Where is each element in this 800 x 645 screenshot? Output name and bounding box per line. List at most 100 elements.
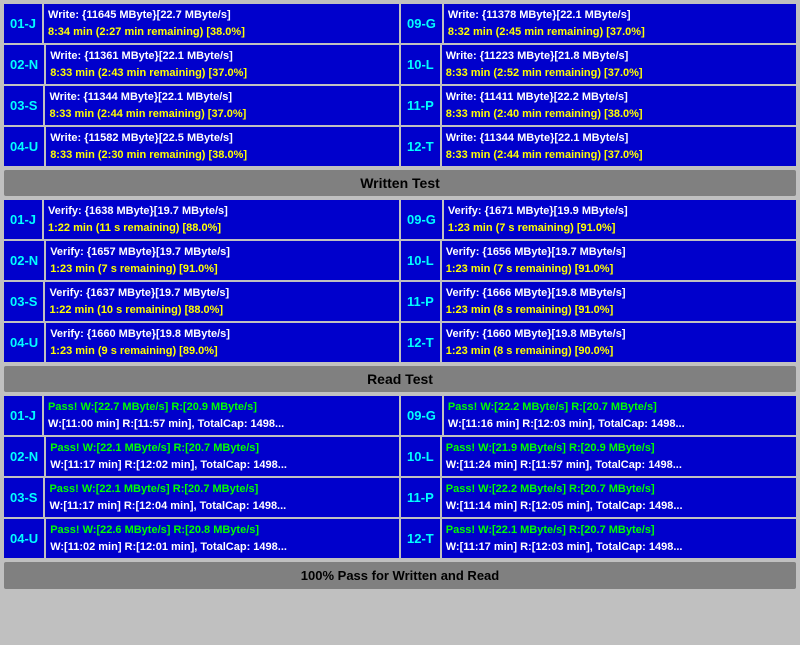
left-cell-id-0: 01-J — [4, 4, 42, 43]
right-cell-data-0: Write: {11378 MByte}[22.1 MByte/s]8:32 m… — [444, 4, 796, 43]
right-cell-data-1: Pass! W:[21.9 MByte/s] R:[20.9 MByte/s]W… — [442, 437, 796, 476]
left-cell-0: 01-JPass! W:[22.7 MByte/s] R:[20.9 MByte… — [4, 396, 399, 435]
right-cell-id-3: 12-T — [401, 519, 440, 558]
left-cell-id-0: 01-J — [4, 396, 42, 435]
right-line2-1: 1:23 min (7 s remaining) [91.0%] — [446, 261, 792, 278]
left-cell-id-3: 04-U — [4, 519, 44, 558]
left-line1-0: Write: {11645 MByte}[22.7 MByte/s] — [48, 7, 395, 24]
left-line1-3: Verify: {1660 MByte}[19.8 MByte/s] — [50, 326, 395, 343]
right-cell-data-0: Pass! W:[22.2 MByte/s] R:[20.7 MByte/s]W… — [444, 396, 796, 435]
right-cell-data-1: Verify: {1656 MByte}[19.7 MByte/s]1:23 m… — [442, 241, 796, 280]
left-line2-3: W:[11:02 min] R:[12:01 min], TotalCap: 1… — [50, 539, 395, 556]
left-cell-0: 01-JVerify: {1638 MByte}[19.7 MByte/s]1:… — [4, 200, 399, 239]
right-cell-id-2: 11-P — [401, 86, 440, 125]
grid-row-0: 01-JVerify: {1638 MByte}[19.7 MByte/s]1:… — [4, 200, 796, 239]
grid-row-2: 03-SWrite: {11344 MByte}[22.1 MByte/s]8:… — [4, 86, 796, 125]
grid-row-3: 04-UWrite: {11582 MByte}[22.5 MByte/s]8:… — [4, 127, 796, 166]
left-line1-3: Write: {11582 MByte}[22.5 MByte/s] — [50, 130, 395, 147]
right-line2-3: 1:23 min (8 s remaining) [90.0%] — [446, 343, 792, 360]
left-line1-1: Pass! W:[22.1 MByte/s] R:[20.7 MByte/s] — [50, 440, 395, 457]
left-cell-id-1: 02-N — [4, 241, 44, 280]
grid-row-1: 02-NWrite: {11361 MByte}[22.1 MByte/s]8:… — [4, 45, 796, 84]
left-cell-data-1: Pass! W:[22.1 MByte/s] R:[20.7 MByte/s]W… — [46, 437, 399, 476]
right-line2-0: 1:23 min (7 s remaining) [91.0%] — [448, 220, 792, 237]
left-line2-2: 1:22 min (10 s remaining) [88.0%] — [49, 302, 395, 319]
left-cell-id-2: 03-S — [4, 282, 43, 321]
right-line1-0: Verify: {1671 MByte}[19.9 MByte/s] — [448, 203, 792, 220]
grid-row-1: 02-NPass! W:[22.1 MByte/s] R:[20.7 MByte… — [4, 437, 796, 476]
left-line2-2: W:[11:17 min] R:[12:04 min], TotalCap: 1… — [49, 498, 395, 515]
right-cell-data-1: Write: {11223 MByte}[21.8 MByte/s]8:33 m… — [442, 45, 796, 84]
right-cell-id-1: 10-L — [401, 437, 440, 476]
left-line1-1: Write: {11361 MByte}[22.1 MByte/s] — [50, 48, 395, 65]
left-cell-0: 01-JWrite: {11645 MByte}[22.7 MByte/s]8:… — [4, 4, 399, 43]
right-cell-id-0: 09-G — [401, 4, 442, 43]
right-line1-0: Write: {11378 MByte}[22.1 MByte/s] — [448, 7, 792, 24]
right-line2-2: 8:33 min (2:40 min remaining) [38.0%] — [446, 106, 792, 123]
right-line1-3: Write: {11344 MByte}[22.1 MByte/s] — [446, 130, 792, 147]
right-cell-2: 11-PVerify: {1666 MByte}[19.8 MByte/s]1:… — [401, 282, 796, 321]
right-cell-0: 09-G Verify: {1671 MByte}[19.9 MByte/s]1:… — [401, 200, 796, 239]
left-line2-3: 1:23 min (9 s remaining) [89.0%] — [50, 343, 395, 360]
main-container: 01-JWrite: {11645 MByte}[22.7 MByte/s]8:… — [0, 0, 800, 593]
right-line2-1: 8:33 min (2:52 min remaining) [37.0%] — [446, 65, 792, 82]
left-cell-data-3: Verify: {1660 MByte}[19.8 MByte/s]1:23 m… — [46, 323, 399, 362]
grid-row-0: 01-JPass! W:[22.7 MByte/s] R:[20.9 MByte… — [4, 396, 796, 435]
right-cell-id-3: 12-T — [401, 323, 440, 362]
right-cell-data-3: Pass! W:[22.1 MByte/s] R:[20.7 MByte/s]W… — [442, 519, 796, 558]
right-cell-3: 12-T Write: {11344 MByte}[22.1 MByte/s]8:… — [401, 127, 796, 166]
write-section: 01-JWrite: {11645 MByte}[22.7 MByte/s]8:… — [4, 4, 796, 166]
left-line2-2: 8:33 min (2:44 min remaining) [37.0%] — [49, 106, 395, 123]
left-line1-2: Verify: {1637 MByte}[19.7 MByte/s] — [49, 285, 395, 302]
left-cell-data-2: Pass! W:[22.1 MByte/s] R:[20.7 MByte/s]W… — [45, 478, 399, 517]
left-line2-0: W:[11:00 min] R:[11:57 min], TotalCap: 1… — [48, 416, 395, 433]
verify-section: 01-JVerify: {1638 MByte}[19.7 MByte/s]1:… — [4, 200, 796, 362]
left-cell-data-0: Pass! W:[22.7 MByte/s] R:[20.9 MByte/s]W… — [44, 396, 399, 435]
left-cell-data-2: Write: {11344 MByte}[22.1 MByte/s]8:33 m… — [45, 86, 399, 125]
right-line1-2: Write: {11411 MByte}[22.2 MByte/s] — [446, 89, 792, 106]
left-cell-id-3: 04-U — [4, 127, 44, 166]
left-cell-id-3: 04-U — [4, 323, 44, 362]
left-line1-2: Write: {11344 MByte}[22.1 MByte/s] — [49, 89, 395, 106]
right-line1-1: Verify: {1656 MByte}[19.7 MByte/s] — [446, 244, 792, 261]
right-cell-1: 10-LPass! W:[21.9 MByte/s] R:[20.9 MByte… — [401, 437, 796, 476]
right-cell-2: 11-P Write: {11411 MByte}[22.2 MByte/s]8:… — [401, 86, 796, 125]
left-cell-2: 03-S Verify: {1637 MByte}[19.7 MByte/s]1:… — [4, 282, 399, 321]
right-line1-0: Pass! W:[22.2 MByte/s] R:[20.7 MByte/s] — [448, 399, 792, 416]
right-line1-1: Pass! W:[21.9 MByte/s] R:[20.9 MByte/s] — [446, 440, 792, 457]
left-line1-2: Pass! W:[22.1 MByte/s] R:[20.7 MByte/s] — [49, 481, 395, 498]
grid-row-0: 01-JWrite: {11645 MByte}[22.7 MByte/s]8:… — [4, 4, 796, 43]
pass-section: 01-JPass! W:[22.7 MByte/s] R:[20.9 MByte… — [4, 396, 796, 558]
right-cell-1: 10-LWrite: {11223 MByte}[21.8 MByte/s]8:… — [401, 45, 796, 84]
right-line1-2: Pass! W:[22.2 MByte/s] R:[20.7 MByte/s] — [446, 481, 792, 498]
grid-row-3: 04-UPass! W:[22.6 MByte/s] R:[20.8 MByte… — [4, 519, 796, 558]
left-line2-3: 8:33 min (2:30 min remaining) [38.0%] — [50, 147, 395, 164]
left-cell-2: 03-SPass! W:[22.1 MByte/s] R:[20.7 MByte… — [4, 478, 399, 517]
right-cell-0: 09-GWrite: {11378 MByte}[22.1 MByte/s]8:… — [401, 4, 796, 43]
right-line2-3: W:[11:17 min] R:[12:03 min], TotalCap: 1… — [446, 539, 792, 556]
left-cell-data-0: Write: {11645 MByte}[22.7 MByte/s]8:34 m… — [44, 4, 399, 43]
right-line1-1: Write: {11223 MByte}[21.8 MByte/s] — [446, 48, 792, 65]
right-cell-id-2: 11-P — [401, 282, 440, 321]
left-cell-data-1: Write: {11361 MByte}[22.1 MByte/s]8:33 m… — [46, 45, 399, 84]
right-line2-0: W:[11:16 min] R:[12:03 min], TotalCap: 1… — [448, 416, 792, 433]
right-cell-data-3: Verify: {1660 MByte}[19.8 MByte/s]1:23 m… — [442, 323, 796, 362]
right-line1-3: Pass! W:[22.1 MByte/s] R:[20.7 MByte/s] — [446, 522, 792, 539]
right-cell-id-1: 10-L — [401, 45, 440, 84]
grid-row-2: 03-SPass! W:[22.1 MByte/s] R:[20.7 MByte… — [4, 478, 796, 517]
footer-bar: 100% Pass for Written and Read — [4, 562, 796, 589]
left-cell-data-1: Verify: {1657 MByte}[19.7 MByte/s]1:23 m… — [46, 241, 399, 280]
left-cell-3: 04-U Write: {11582 MByte}[22.5 MByte/s]8:… — [4, 127, 399, 166]
right-line1-3: Verify: {1660 MByte}[19.8 MByte/s] — [446, 326, 792, 343]
left-line1-1: Verify: {1657 MByte}[19.7 MByte/s] — [50, 244, 395, 261]
right-line2-0: 8:32 min (2:45 min remaining) [37.0%] — [448, 24, 792, 41]
read-test-header: Read Test — [4, 366, 796, 392]
right-cell-id-1: 10-L — [401, 241, 440, 280]
right-cell-3: 12-TPass! W:[22.1 MByte/s] R:[20.7 MByte… — [401, 519, 796, 558]
right-cell-id-3: 12-T — [401, 127, 440, 166]
left-cell-data-3: Pass! W:[22.6 MByte/s] R:[20.8 MByte/s]W… — [46, 519, 399, 558]
right-cell-id-0: 09-G — [401, 396, 442, 435]
right-line2-3: 8:33 min (2:44 min remaining) [37.0%] — [446, 147, 792, 164]
left-cell-1: 02-NWrite: {11361 MByte}[22.1 MByte/s]8:… — [4, 45, 399, 84]
right-cell-id-0: 09-G — [401, 200, 442, 239]
